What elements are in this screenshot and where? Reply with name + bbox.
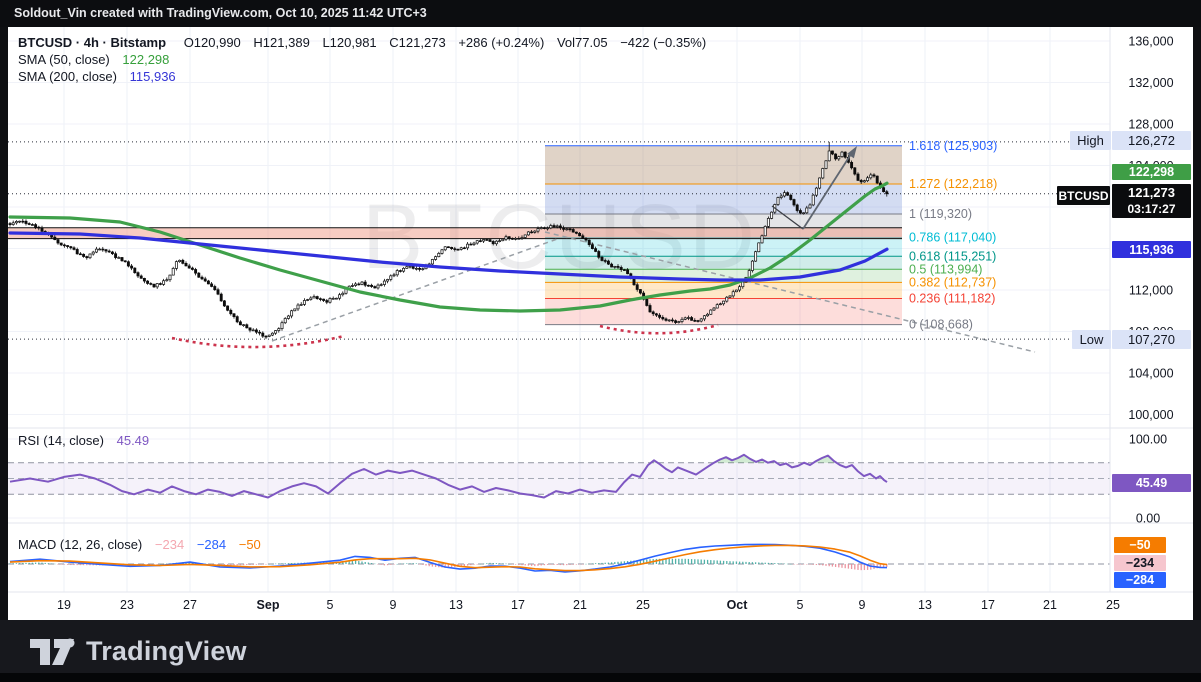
fib-labels: 1.618 (125,903) 1.272 (122,218) 1 (119,320…: [909, 139, 997, 332]
svg-text:0.618 (115,251): 0.618 (115,251): [909, 249, 996, 263]
ohlc-open: O120,990: [184, 35, 241, 50]
rsi-legend-row[interactable]: RSI (14, close) 45.49: [18, 433, 158, 448]
macd-line-badge: −284: [1114, 572, 1166, 588]
price-axis: 136,000132,000128,000124,000120,000116,0…: [1128, 35, 1173, 526]
svg-text:13: 13: [449, 598, 463, 612]
sma200-legend-row[interactable]: SMA (200, close) 115,936: [18, 69, 185, 84]
rsi-value: 45.49: [117, 433, 150, 448]
svg-text:Oct: Oct: [727, 598, 749, 612]
svg-text:1.618 (125,903): 1.618 (125,903): [909, 139, 997, 153]
svg-text:100.00: 100.00: [1129, 433, 1167, 447]
svg-text:104,000: 104,000: [1128, 367, 1173, 381]
svg-text:0.5 (113,994): 0.5 (113,994): [909, 262, 982, 276]
rsi-label[interactable]: RSI (14, close): [18, 433, 104, 448]
support-arcs: [172, 325, 718, 347]
tradingview-logo-text: TradingView: [86, 636, 247, 667]
price-change: +286 (+0.24%): [458, 35, 544, 50]
tradingview-logo[interactable]: TradingView: [30, 636, 247, 667]
symbol-legend-row[interactable]: BTCUSD · 4h · Bitstamp O120,990 H121,389…: [18, 35, 715, 50]
volume: Vol77.05: [557, 35, 608, 50]
last-price: 121,273: [1128, 185, 1175, 201]
svg-text:19: 19: [57, 598, 71, 612]
macd-signal-badge: −50: [1114, 537, 1166, 553]
svg-text:9: 9: [859, 598, 866, 612]
macd-label[interactable]: MACD (12, 26, close): [18, 537, 142, 552]
symbol-price-label: BTCUSD: [1057, 186, 1110, 205]
svg-text:0.00: 0.00: [1136, 512, 1160, 526]
macd-hist-value: −234: [155, 537, 184, 552]
svg-text:Sep: Sep: [257, 598, 280, 612]
low-label-badge: Low: [1072, 330, 1111, 349]
ohlc-low: L120,981: [322, 35, 376, 50]
macd-signal-value: −50: [239, 537, 261, 552]
svg-text:128,000: 128,000: [1128, 118, 1173, 132]
macd-legend-row[interactable]: MACD (12, 26, close) −234 −284 −50: [18, 537, 270, 552]
svg-text:21: 21: [1043, 598, 1057, 612]
sma200-value: 115,936: [130, 69, 176, 84]
svg-text:0.382 (112,737): 0.382 (112,737): [909, 275, 996, 289]
svg-text:112,000: 112,000: [1129, 284, 1173, 298]
countdown-timer: 03:17:27: [1127, 202, 1175, 217]
svg-text:5: 5: [797, 598, 804, 612]
sma50-legend-row[interactable]: SMA (50, close) 122,298: [18, 52, 178, 67]
svg-text:0.786 (117,040): 0.786 (117,040): [909, 231, 996, 245]
sma200-price-badge: 115,936: [1112, 241, 1191, 258]
high-value-badge: 126,272: [1112, 131, 1191, 150]
sma200-label[interactable]: SMA (200, close): [18, 69, 117, 84]
svg-text:25: 25: [636, 598, 650, 612]
low-value-badge: 107,270: [1112, 330, 1191, 349]
sma50-price-badge: 122,298: [1112, 164, 1191, 180]
svg-text:100,000: 100,000: [1128, 408, 1173, 422]
ohlc-high: H121,389: [253, 35, 309, 50]
time-axis: 19 23 27 Sep 5 9 13 17 21 25 Oct 5 9 13 17 21 25: [57, 598, 1120, 612]
svg-text:27: 27: [183, 598, 197, 612]
ohlc-close: C121,273: [389, 35, 445, 50]
volume-change: −422 (−0.35%): [620, 35, 706, 50]
svg-text:5: 5: [327, 598, 334, 612]
footer-bottom-strip: [0, 673, 1201, 682]
sma50-label[interactable]: SMA (50, close): [18, 52, 110, 67]
svg-text:1.272 (122,218): 1.272 (122,218): [909, 177, 997, 191]
svg-text:132,000: 132,000: [1128, 76, 1173, 90]
svg-text:0 (108,668): 0 (108,668): [909, 318, 973, 332]
svg-text:0.236 (111,182): 0.236 (111,182): [909, 291, 995, 305]
symbol-title[interactable]: BTCUSD · 4h · Bitstamp: [18, 35, 166, 50]
macd-hist-badge: −234: [1114, 555, 1166, 571]
svg-text:17: 17: [511, 598, 525, 612]
svg-text:17: 17: [981, 598, 995, 612]
sma50-value: 122,298: [122, 52, 169, 67]
high-label-badge: High: [1070, 131, 1111, 150]
svg-text:21: 21: [573, 598, 587, 612]
svg-text:1 (119,320): 1 (119,320): [909, 207, 972, 221]
svg-text:23: 23: [120, 598, 134, 612]
svg-text:25: 25: [1106, 598, 1120, 612]
svg-text:136,000: 136,000: [1128, 35, 1173, 49]
last-price-badge: 121,273 03:17:27: [1112, 184, 1191, 218]
rsi-panel: [8, 455, 1110, 498]
macd-line-value: −284: [197, 537, 226, 552]
chart-canvas[interactable]: BTCUSD 1.618 (125,903) 1.272 (122,218) 1 (1…: [0, 0, 1201, 682]
tradingview-logo-icon: [30, 637, 76, 667]
svg-text:13: 13: [918, 598, 932, 612]
svg-text:9: 9: [390, 598, 397, 612]
rsi-value-badge: 45.49: [1112, 474, 1191, 492]
